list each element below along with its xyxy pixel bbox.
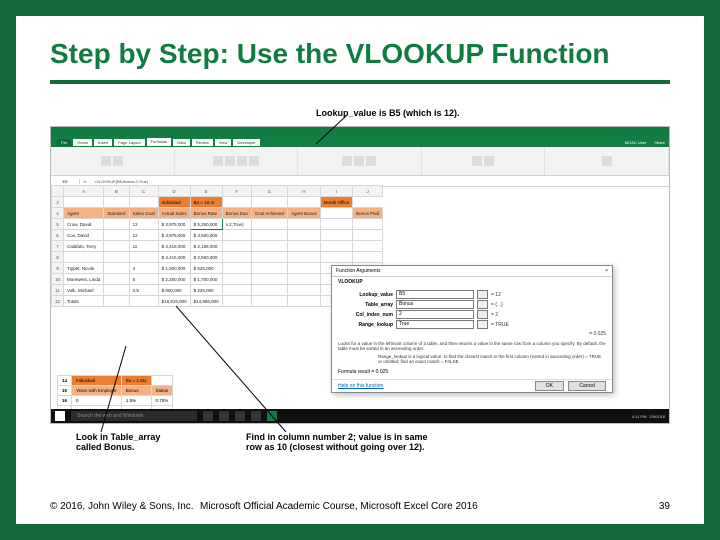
section-header-row: 3 Individual Bo = 10 or Month Office [52,197,383,208]
result-label: Formula result = [338,369,374,375]
ok-button[interactable]: OK [535,381,564,391]
ref-icon[interactable] [477,290,488,299]
table-row[interactable]: 5 Crow, David 12 $ 3,975,000 $ 5,250,000… [52,219,383,230]
dialog-description: Looks for a value in the leftmost column… [338,341,606,352]
dialog-equals: = 0.025 [338,331,606,337]
excel-screenshot: File Home Insert Page Layout Formulas Da… [50,126,670,424]
clock-time: 4:11 PM [632,414,647,419]
excel-taskbar-icon[interactable] [267,411,277,421]
tab-view[interactable]: View [215,139,232,146]
table-row[interactable]: 7Calafato, Terry11$ 4,415,000$ 2,195,000 [52,241,383,252]
slide-footer: © 2016, John Wiley & Sons, Inc. Microsof… [50,501,670,512]
ribbon-tabs: File Home Insert Page Layout Formulas Da… [51,137,669,147]
arg-label: Table_array [338,302,393,308]
page-number: 39 [640,501,670,512]
taskbar-icon[interactable] [251,411,261,421]
taskbar-icon[interactable] [235,411,245,421]
taskbar-icon[interactable] [219,411,229,421]
dialog-arg-description: Range_lookup is a logical value: to find… [338,354,606,365]
ribbon [51,147,669,176]
start-icon[interactable] [55,411,65,421]
arg-result: = TRUE [491,322,509,328]
tab-review[interactable]: Review [192,139,213,146]
table-row[interactable]: 8$ 4,415,000$ 2,550,000 [52,252,383,263]
arg-label: Lookup_value [338,292,393,298]
table-row[interactable]: 6Cox, David12$ 3,975,000$ 3,560,000 [52,230,383,241]
tab-developer[interactable]: Developer [233,139,259,146]
tab-file[interactable]: File [57,139,71,146]
ref-icon[interactable] [477,300,488,309]
worksheet-grid[interactable]: A B C D E F G H I J 3 Individual [51,185,669,423]
range-lookup-input[interactable]: True [396,320,474,329]
course-name: Microsoft Official Academic Course, Micr… [200,501,640,512]
dialog-function-name: VLOOKUP [332,277,612,287]
tab-home[interactable]: Home [73,139,92,146]
ref-icon[interactable] [477,310,488,319]
signin-label[interactable]: MOAC User [625,140,653,145]
clock-date: 2/9/2016 [649,414,665,419]
result-value: 0.025 [376,369,389,375]
col-header-row: A B C D E F G H I J [52,186,383,197]
slide-title: Step by Step: Use the VLOOKUP Function [16,16,704,76]
lookup-value-input[interactable]: B5 [396,290,474,299]
fx-icon[interactable]: fx [80,179,90,184]
table-row[interactable]: 1601.5%0.75% [58,396,173,406]
callout-bottom-left: Look in Table_array called Bonus. [76,432,160,453]
title-underline [50,80,670,84]
close-icon[interactable]: × [605,268,608,274]
function-arguments-dialog: Function Arguments × VLOOKUP Lookup_valu… [331,265,613,393]
arg-result: = {...} [491,302,503,308]
arg-label: Range_lookup [338,322,393,328]
excel-titlebar [51,127,669,137]
tab-formulas[interactable]: Formulas [147,138,172,146]
arg-label: Col_index_num [338,312,393,318]
share-button[interactable]: Share [654,140,669,145]
arg-result: = 2 [491,312,498,318]
help-link[interactable]: Help on this function [338,383,383,389]
header-row: 4 Agent Standard Sales Goal Actual Sales… [52,208,383,219]
tab-data[interactable]: Data [173,139,189,146]
dialog-title: Function Arguments [336,268,380,274]
name-box[interactable]: E5 [51,179,80,184]
tab-pagelayout[interactable]: Page Layout [114,139,144,146]
tab-insert[interactable]: Insert [94,139,112,146]
formula-text[interactable]: =VLOOKUP(B5,Bonus,2,True) [90,179,669,184]
ref-icon[interactable] [477,320,488,329]
windows-taskbar: Search the web and Windows 4:11 PM 2/9/2… [51,409,669,423]
taskbar-search[interactable]: Search the web and Windows [71,411,197,421]
copyright: © 2016, John Wiley & Sons, Inc. [50,501,200,512]
cancel-button[interactable]: Cancel [568,381,606,391]
arg-result: = 12 [491,292,501,298]
callout-bottom-right: Find in column number 2; value is in sam… [246,432,428,453]
table-array-input[interactable]: Bonus [396,300,474,309]
col-index-input[interactable]: 2 [396,310,474,319]
callout-top: Lookup_value is B5 (which is 12). [316,108,460,118]
taskbar-icon[interactable] [203,411,213,421]
